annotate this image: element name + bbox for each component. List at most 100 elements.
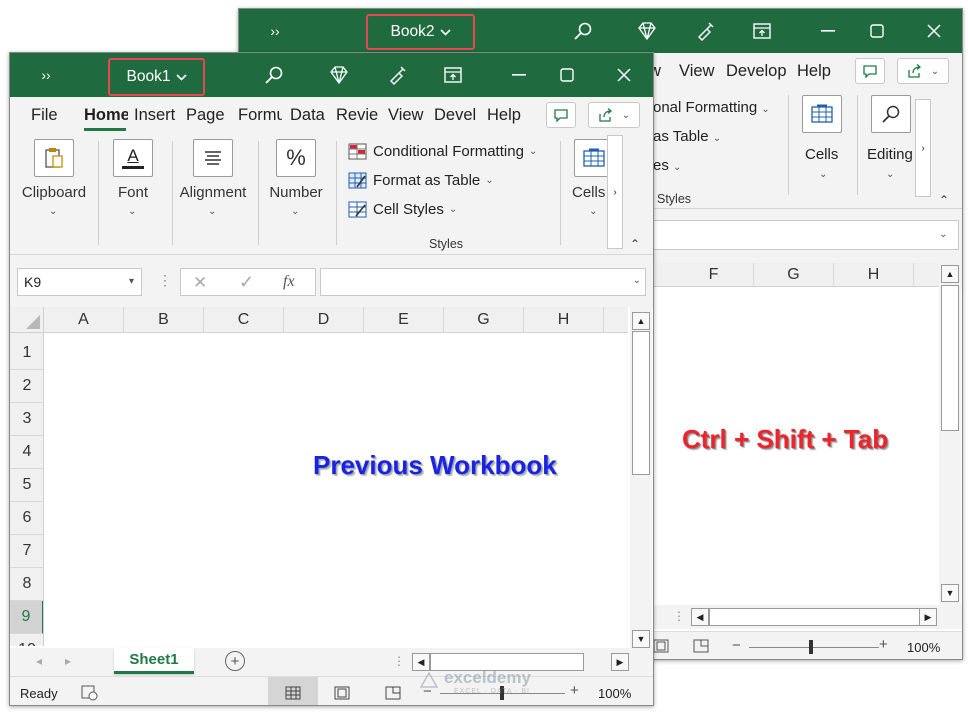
- share-icon[interactable]: ⌄: [588, 102, 640, 128]
- format-as-table-button[interactable]: Format as Table ⌄: [348, 172, 494, 189]
- zoom-slider[interactable]: [749, 647, 879, 648]
- tab-help[interactable]: Help: [797, 62, 831, 81]
- zoom-slider-thumb[interactable]: [809, 640, 813, 654]
- tab-file[interactable]: File: [31, 106, 58, 125]
- book1-title-button[interactable]: Book1: [113, 64, 201, 90]
- chevron-down-icon[interactable]: ⌄: [939, 229, 947, 240]
- percent-icon[interactable]: %: [276, 139, 316, 177]
- tab-view[interactable]: View: [388, 106, 423, 125]
- conditional-formatting-button[interactable]: Conditional Formatting ⌄: [348, 143, 537, 160]
- search-icon[interactable]: [571, 19, 595, 43]
- align-lines-icon[interactable]: [193, 139, 233, 177]
- book2-vscroll[interactable]: ▲ ▼: [939, 263, 961, 605]
- cond-format-partial[interactable]: onal Formatting ⌄: [653, 99, 770, 116]
- number-label[interactable]: Number: [262, 184, 330, 201]
- column-header[interactable]: B: [124, 307, 204, 332]
- sheet-nav-prev[interactable]: ◂: [36, 654, 42, 668]
- maximize-icon[interactable]: [865, 19, 889, 43]
- maximize-icon[interactable]: [555, 63, 579, 87]
- scroll-thumb[interactable]: [632, 331, 650, 475]
- sheet-nav-next[interactable]: ▸: [65, 654, 71, 668]
- page-break-icon[interactable]: [383, 683, 403, 703]
- scroll-left-button[interactable]: ◀: [412, 653, 430, 671]
- sheet-tab-sheet1[interactable]: Sheet1: [114, 648, 194, 674]
- find-icon[interactable]: [871, 95, 911, 133]
- comment-icon[interactable]: [855, 58, 885, 84]
- name-box[interactable]: K9 ▾: [17, 268, 142, 296]
- tab-view[interactable]: View: [679, 62, 714, 81]
- column-header[interactable]: G: [754, 263, 834, 286]
- collapse-ribbon-icon[interactable]: ⌃: [939, 193, 949, 207]
- zoom-out-button[interactable]: −: [732, 637, 741, 654]
- diamond-icon[interactable]: [327, 63, 351, 87]
- book2-title-button[interactable]: Book2: [372, 19, 470, 45]
- tab-data[interactable]: Data: [290, 106, 325, 125]
- book1-grid[interactable]: [44, 333, 628, 646]
- scroll-thumb[interactable]: [941, 285, 959, 431]
- select-all-corner[interactable]: [10, 307, 44, 333]
- row-header[interactable]: 5: [10, 469, 43, 502]
- pen-brush-icon[interactable]: [385, 63, 409, 87]
- minimize-icon[interactable]: [507, 63, 531, 87]
- zoom-in-button[interactable]: +: [879, 636, 888, 653]
- cells-grid-icon[interactable]: [802, 95, 842, 133]
- zoom-level[interactable]: 100%: [907, 640, 940, 655]
- clipboard-icon[interactable]: [34, 139, 74, 177]
- more-chevrons-icon[interactable]: ››: [34, 65, 58, 85]
- tab-developer[interactable]: Devel: [434, 106, 476, 125]
- tab-home[interactable]: Home: [84, 106, 128, 125]
- row-header[interactable]: 7: [10, 535, 43, 568]
- ribbon-display-icon[interactable]: [441, 63, 465, 87]
- scroll-down-button[interactable]: ▼: [632, 630, 650, 648]
- clipboard-label[interactable]: Clipboard: [18, 184, 90, 201]
- row-header[interactable]: 8: [10, 568, 43, 601]
- tab-insert[interactable]: Insert: [134, 106, 175, 125]
- share-icon[interactable]: ⌄: [897, 58, 949, 84]
- row-header[interactable]: 3: [10, 403, 43, 436]
- ribbon-scroll-right[interactable]: ›: [915, 99, 931, 197]
- tab-developer[interactable]: Develop: [726, 62, 787, 81]
- column-header[interactable]: C: [204, 307, 284, 332]
- tab-review[interactable]: Revie: [336, 106, 380, 125]
- ribbon-scroll-right[interactable]: ›: [607, 135, 623, 249]
- font-label[interactable]: Font: [102, 184, 164, 201]
- hscroll-thumb[interactable]: [709, 608, 921, 626]
- column-header[interactable]: A: [44, 307, 124, 332]
- scroll-up-button[interactable]: ▲: [632, 312, 650, 330]
- search-icon[interactable]: [262, 63, 286, 87]
- row-header[interactable]: 4: [10, 436, 43, 469]
- comment-icon[interactable]: [546, 102, 576, 128]
- column-header[interactable]: F: [674, 263, 754, 286]
- scroll-up-button[interactable]: ▲: [941, 265, 959, 283]
- accessibility-icon[interactable]: [80, 683, 100, 703]
- close-icon[interactable]: [922, 19, 946, 43]
- diamond-icon[interactable]: [635, 19, 659, 43]
- column-header[interactable]: D: [284, 307, 364, 332]
- tab-page-layout[interactable]: Page: [186, 106, 225, 125]
- pen-brush-icon[interactable]: [693, 19, 717, 43]
- scroll-left-button[interactable]: ◀: [691, 608, 709, 626]
- cells-label[interactable]: Cells: [805, 146, 838, 163]
- enter-icon[interactable]: ✓: [239, 272, 254, 293]
- more-chevrons-icon[interactable]: ››: [263, 21, 287, 41]
- column-header[interactable]: H: [524, 307, 604, 332]
- cell-styles-partial[interactable]: es ⌄: [653, 157, 681, 174]
- editing-label[interactable]: Editing: [867, 146, 913, 163]
- row-header[interactable]: 2: [10, 370, 43, 403]
- tab-formulas[interactable]: Formu: [238, 106, 282, 125]
- book1-vscroll[interactable]: ▲ ▼: [630, 307, 652, 648]
- close-icon[interactable]: [612, 63, 636, 87]
- column-header[interactable]: H: [834, 263, 914, 286]
- page-layout-icon[interactable]: [651, 637, 671, 655]
- tab-help[interactable]: Help: [487, 106, 521, 125]
- row-header[interactable]: 10: [10, 634, 43, 646]
- font-a-icon[interactable]: A: [113, 139, 153, 177]
- format-table-partial[interactable]: as Table ⌄: [653, 128, 721, 145]
- scroll-down-button[interactable]: ▼: [941, 584, 959, 602]
- zoom-in-button[interactable]: +: [570, 682, 579, 699]
- page-break-icon[interactable]: [691, 637, 711, 655]
- ribbon-display-icon[interactable]: [750, 19, 774, 43]
- cell-styles-button[interactable]: Cell Styles ⌄: [348, 201, 457, 218]
- cells-label[interactable]: Cells: [572, 184, 610, 201]
- scroll-right-button[interactable]: ▶: [919, 608, 937, 626]
